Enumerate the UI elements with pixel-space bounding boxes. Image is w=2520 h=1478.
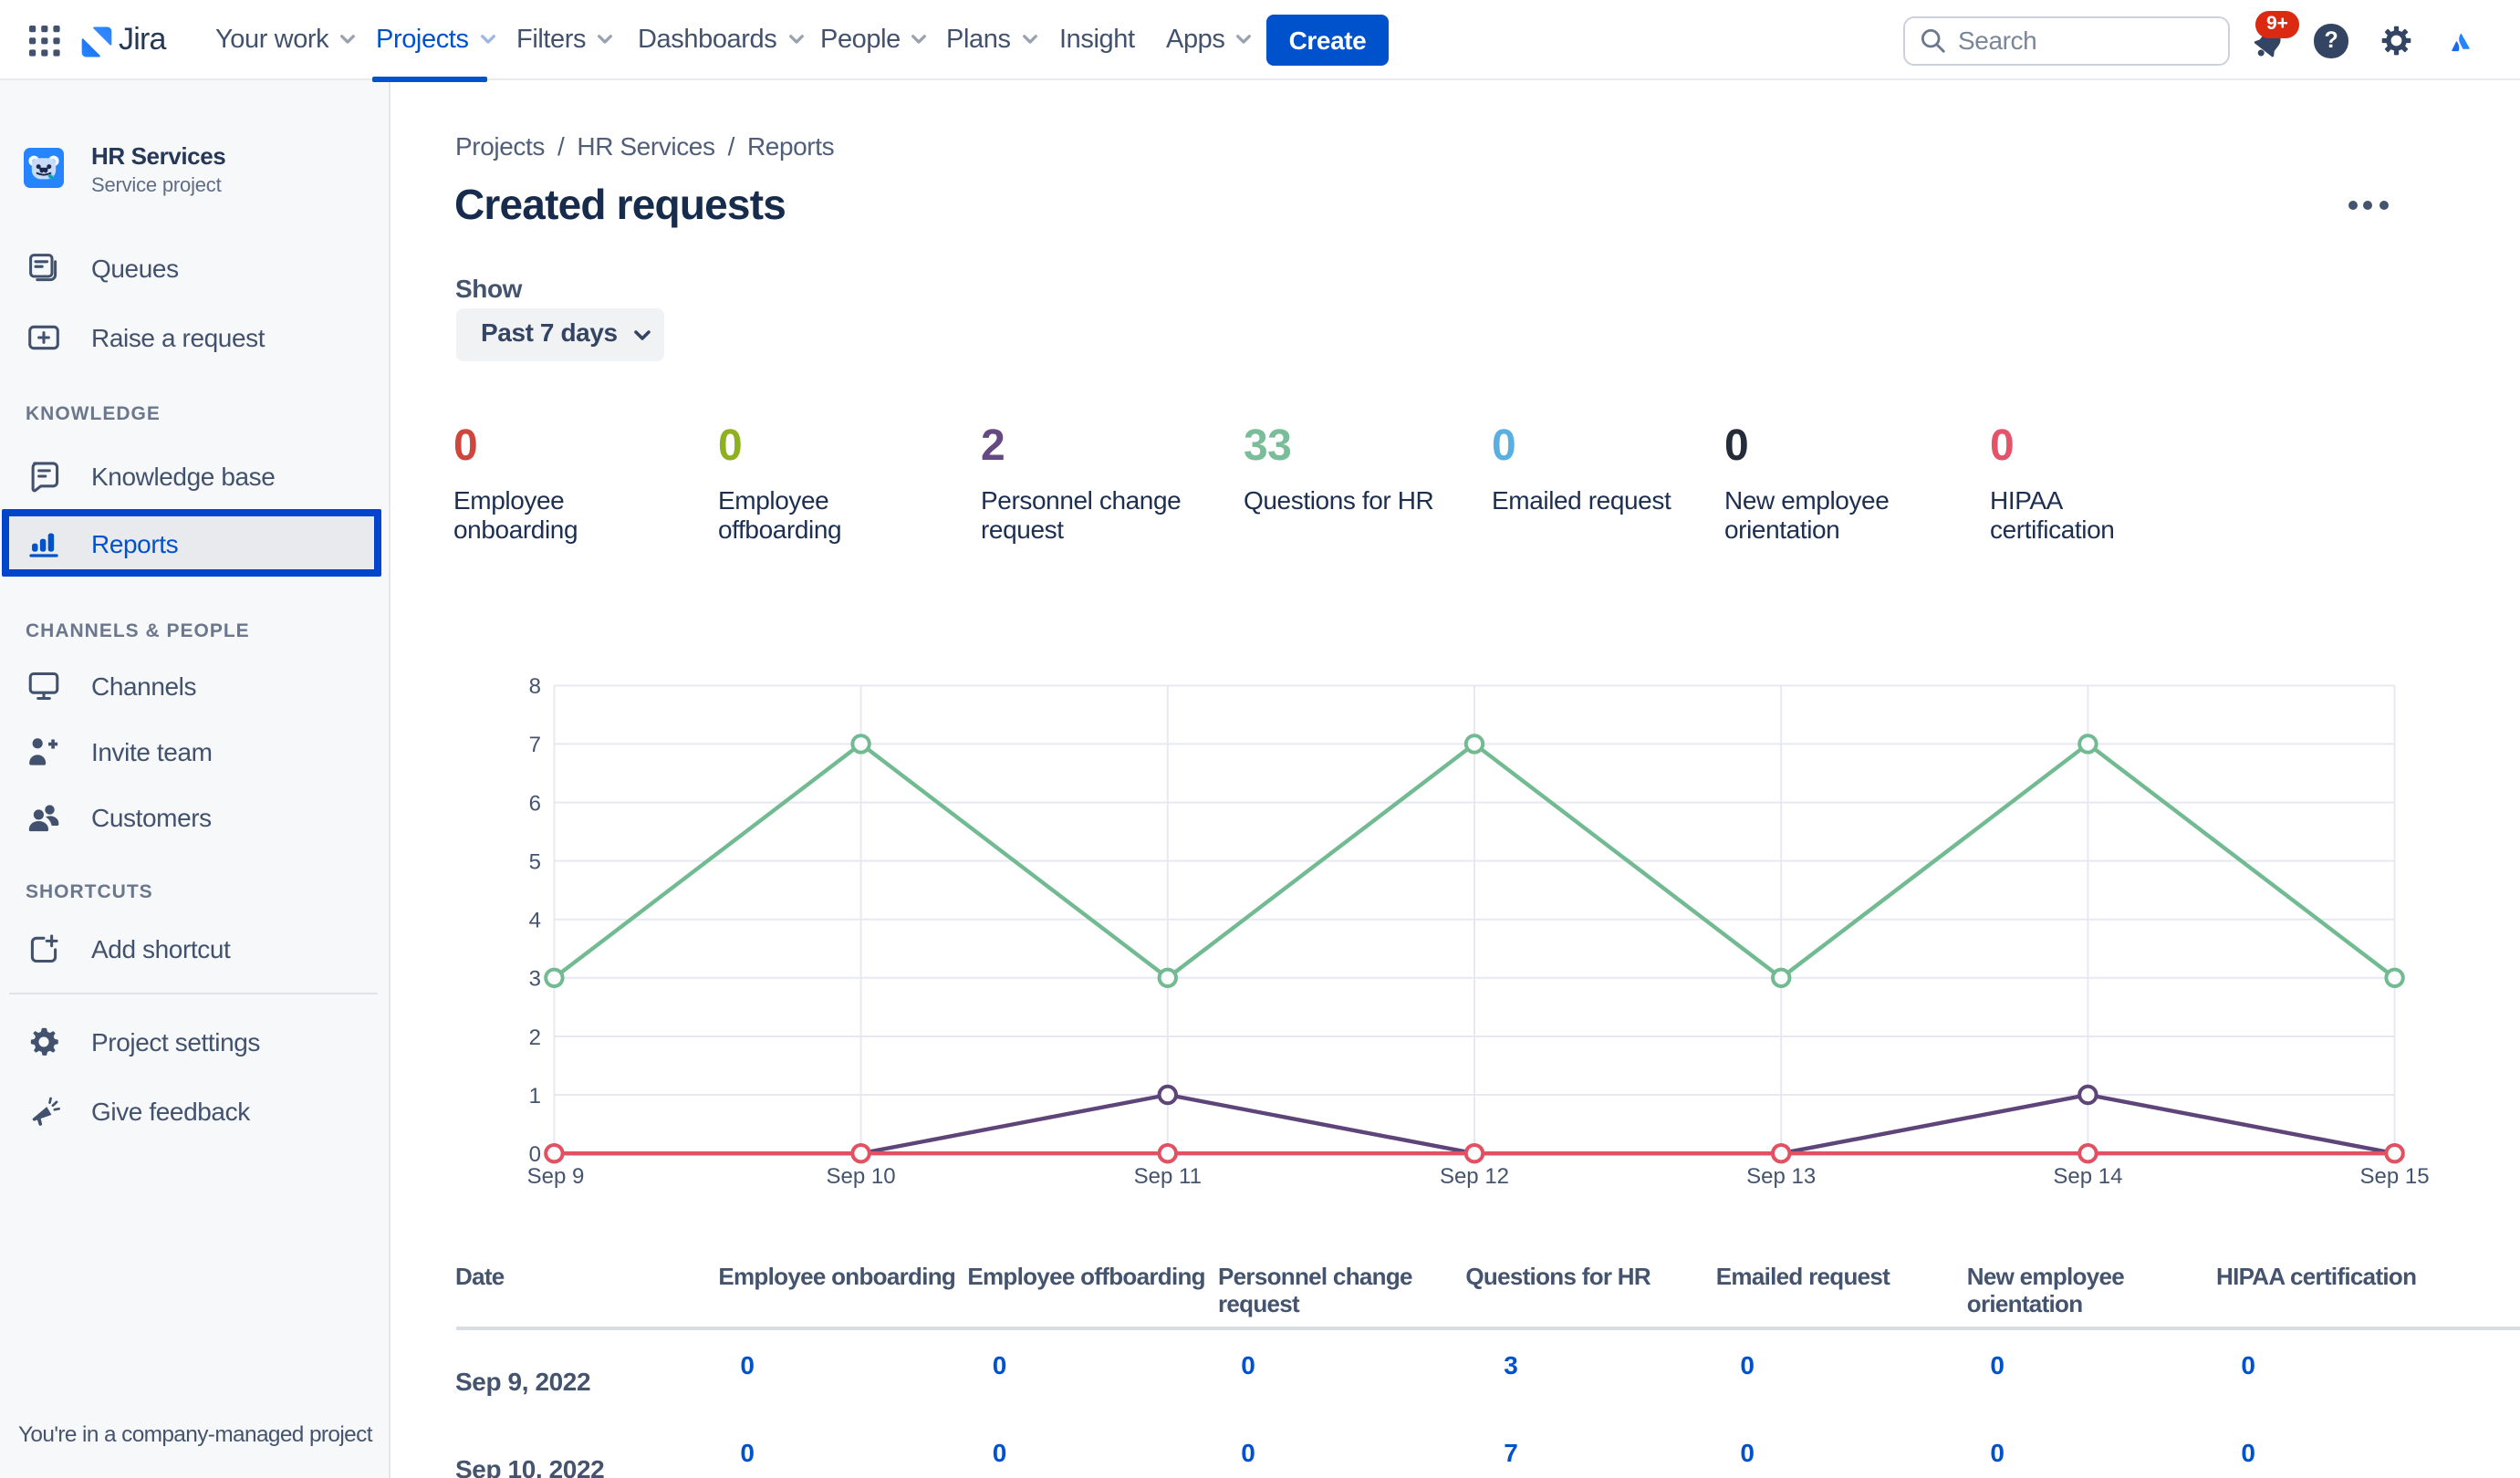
svg-text:0: 0 — [529, 1142, 541, 1167]
svg-text:Sep 12: Sep 12 — [1440, 1164, 1509, 1189]
svg-text:5: 5 — [529, 849, 541, 874]
svg-text:4: 4 — [529, 909, 541, 933]
svg-text:Sep 14: Sep 14 — [2053, 1164, 2122, 1189]
svg-text:3: 3 — [529, 967, 541, 992]
svg-text:1: 1 — [529, 1084, 541, 1108]
svg-text:8: 8 — [529, 674, 541, 699]
svg-text:Sep 10: Sep 10 — [827, 1164, 896, 1189]
svg-text:2: 2 — [529, 1025, 541, 1050]
svg-text:6: 6 — [529, 791, 541, 816]
svg-text:Sep 11: Sep 11 — [1134, 1164, 1202, 1189]
svg-text:Sep 9: Sep 9 — [527, 1164, 585, 1189]
svg-text:7: 7 — [529, 733, 541, 757]
svg-text:Sep 13: Sep 13 — [1746, 1164, 1816, 1189]
svg-text:Sep 15: Sep 15 — [2360, 1164, 2430, 1189]
